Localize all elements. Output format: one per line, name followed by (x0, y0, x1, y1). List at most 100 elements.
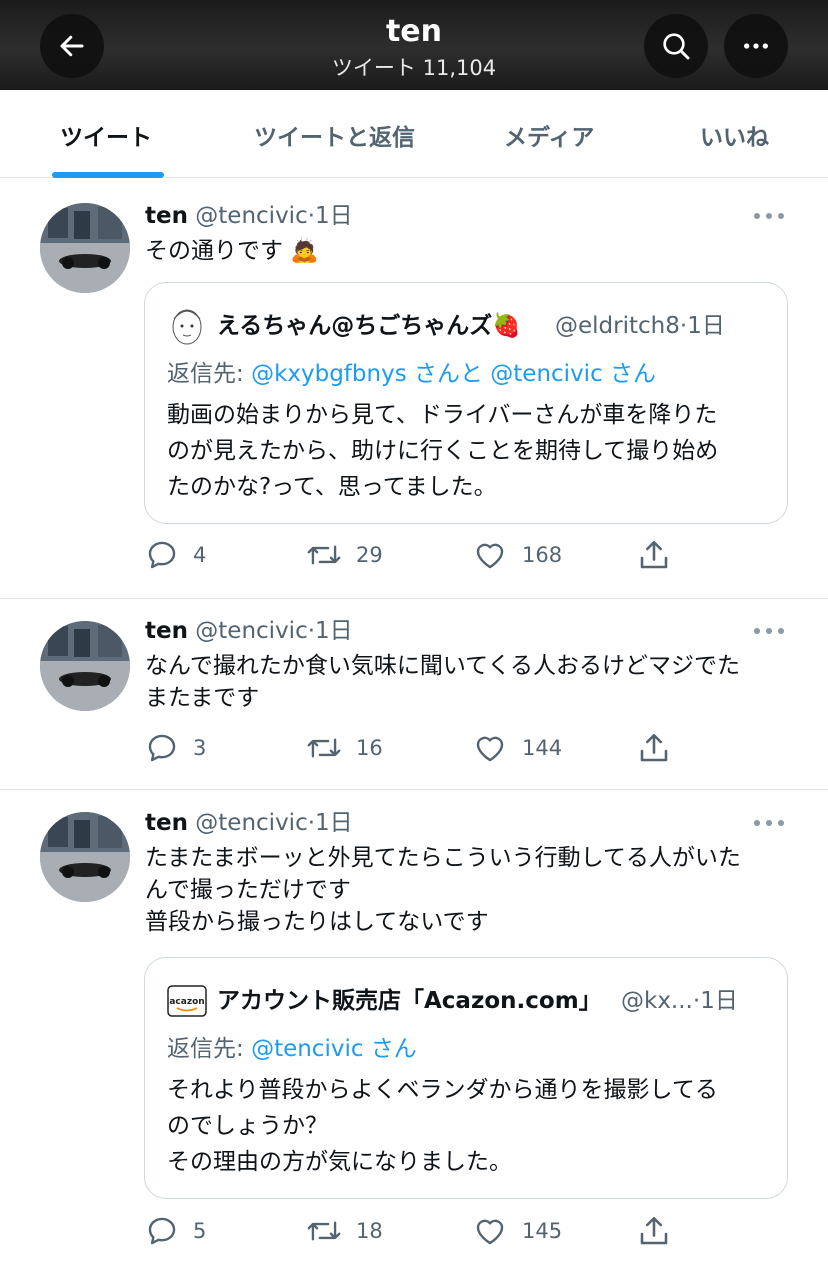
share-button[interactable] (636, 1211, 672, 1251)
tab-tweets[interactable]: ツイート (60, 118, 152, 152)
like-button[interactable]: 144 (472, 728, 562, 768)
quote-user-handle: @kx... (621, 988, 693, 1014)
reply-icon (148, 734, 176, 762)
reply-to-line: 返信先: @kxybgfbnys さんと @tencivic さん (167, 359, 656, 389)
display-name[interactable]: ten (145, 618, 188, 644)
timestamp[interactable]: 1日 (315, 203, 353, 229)
retweet-count: 16 (356, 736, 383, 760)
tweet[interactable]: ten @tencivic·1日 たまたまボーッと外見てたらこういう行動してる人… (0, 790, 828, 1275)
tweet-text: たまたまボーッと外見てたらこういう行動してる人がいた んで撮っただけです 普段か… (145, 842, 795, 938)
tweet[interactable]: ten @tencivic·1日 なんで撮れたか食い気味に聞いてくる人おるけどマ… (0, 599, 828, 790)
share-icon (640, 733, 668, 762)
retweet-icon (307, 1221, 341, 1241)
avatar: acazon (167, 985, 207, 1017)
share-icon (640, 1216, 668, 1245)
user-handle[interactable]: @tencivic (195, 618, 307, 644)
quote-text: 動画の始まりから見て、ドライバーさんが車を降りた のが見えたから、助けに行くこと… (167, 397, 767, 505)
tweet-more-icon[interactable] (752, 818, 786, 828)
tab-media[interactable]: メディア (504, 118, 594, 152)
tweet[interactable]: ten @tencivic·1日 その通りです 🙇 えるちゃん@ちごちゃんズ🍓 … (0, 181, 828, 599)
heart-icon (476, 543, 504, 569)
acazon-logo-text: acazon (169, 997, 204, 1007)
tab-tweets-and-replies[interactable]: ツイートと返信 (254, 118, 415, 152)
retweet-icon (307, 738, 341, 758)
more-button[interactable] (724, 14, 788, 78)
retweet-button[interactable]: 29 (306, 535, 383, 575)
active-tab-indicator (52, 172, 164, 178)
tweet-text-line: んで撮っただけです (145, 877, 351, 903)
reply-button[interactable]: 4 (145, 535, 206, 575)
reply-count: 4 (193, 543, 207, 567)
tweet-text-line: またまです (145, 685, 260, 711)
tweet-text: なんで撮れたか食い気味に聞いてくる人おるけどマジでた またまです (145, 650, 795, 714)
quoted-tweet[interactable]: えるちゃん@ちごちゃんズ🍓 @eldritch8·1日 返信先: @kxybgf… (144, 282, 788, 524)
more-horizontal-icon (744, 43, 768, 49)
reply-button[interactable]: 5 (145, 1211, 206, 1251)
quote-timestamp: 1日 (687, 313, 725, 339)
search-button[interactable] (644, 14, 708, 78)
display-name[interactable]: ten (145, 810, 188, 836)
tweet-meta: ten @tencivic·1日 (145, 201, 353, 231)
reply-count: 3 (193, 736, 207, 760)
tweet-more-icon[interactable] (752, 211, 786, 221)
like-count: 144 (522, 736, 563, 760)
separator-dot: · (307, 810, 316, 836)
retweet-count: 29 (356, 543, 383, 567)
tweet-text-line: なんで撮れたか食い気味に聞いてくる人おるけどマジでた (145, 653, 741, 679)
tweet-text-line: たまたまボーッと外見てたらこういう行動してる人がいた (145, 845, 741, 871)
share-icon (640, 540, 668, 569)
tweet-text-line: その通りです 🙇 (145, 238, 319, 264)
quote-display-name: えるちゃん@ちごちゃんズ🍓 (217, 313, 521, 339)
tweet-actions: 4 29 168 (0, 535, 828, 575)
like-button[interactable]: 145 (472, 1211, 562, 1251)
quote-text: それより普段からよくベランダから通りを撮影してる のでしょうか？ その理由の方が… (167, 1072, 767, 1180)
reply-icon (148, 1217, 176, 1245)
quote-text-line: 動画の始まりから見て、ドライバーさんが車を降りた (167, 402, 718, 428)
quote-timestamp: 1日 (700, 988, 738, 1014)
tab-likes[interactable]: いいね (700, 118, 769, 152)
quote-text-line: それより普段からよくベランダから通りを撮影してる (167, 1077, 718, 1103)
separator-dot: · (307, 618, 316, 644)
quoted-tweet[interactable]: acazon アカウント販売店「Acazon.com」 @kx...·1日 返信… (144, 957, 788, 1199)
retweet-icon (307, 545, 341, 565)
like-count: 145 (522, 1219, 563, 1243)
separator-dot: · (307, 203, 316, 229)
reply-to-mentions[interactable]: @kxybgfbnys さんと @tencivic さん (251, 361, 656, 387)
tweet-text-line: 普段から撮ったりはしてないです (145, 909, 489, 935)
tweet-actions: 5 18 145 (0, 1211, 828, 1251)
quote-text-line: その理由の方が気になりました。 (167, 1149, 512, 1175)
tweet-more-icon[interactable] (752, 626, 786, 636)
reply-to-prefix: 返信先: (167, 1036, 252, 1062)
like-count: 168 (522, 543, 563, 567)
quote-display-name: アカウント販売店「Acazon.com」 (217, 988, 602, 1014)
profile-header: ten ツイート 11,104 (0, 0, 828, 90)
reply-icon (148, 541, 176, 569)
timestamp[interactable]: 1日 (315, 618, 353, 644)
quote-meta: acazon アカウント販売店「Acazon.com」 @kx...·1日 (167, 980, 767, 1022)
tweet-text: その通りです 🙇 (145, 235, 795, 267)
share-button[interactable] (636, 728, 672, 768)
tweet-meta: ten @tencivic·1日 (145, 808, 353, 838)
timestamp[interactable]: 1日 (315, 810, 353, 836)
reply-button[interactable]: 3 (145, 728, 206, 768)
user-handle[interactable]: @tencivic (195, 203, 307, 229)
tweet-actions: 3 16 144 (0, 728, 828, 768)
retweet-button[interactable]: 18 (306, 1211, 383, 1251)
user-handle[interactable]: @tencivic (195, 810, 307, 836)
retweet-count: 18 (356, 1219, 383, 1243)
retweet-button[interactable]: 16 (306, 728, 383, 768)
quote-text-line: のが見えたから、助けに行くことを期待して撮り始め (167, 438, 719, 464)
avatar[interactable] (40, 812, 130, 902)
avatar[interactable] (40, 621, 130, 711)
avatar[interactable] (40, 203, 130, 293)
reply-to-prefix: 返信先: (167, 361, 252, 387)
quote-text-line: のでしょうか？ (167, 1113, 328, 1139)
display-name[interactable]: ten (145, 203, 188, 229)
avatar (172, 309, 202, 345)
quote-text-line: たのかな?って、思ってました。 (167, 474, 497, 500)
share-button[interactable] (636, 535, 672, 575)
quote-user-handle: @eldritch8 (555, 313, 680, 339)
like-button[interactable]: 168 (472, 535, 562, 575)
reply-to-mentions[interactable]: @tencivic さん (251, 1036, 417, 1062)
reply-count: 5 (193, 1219, 207, 1243)
